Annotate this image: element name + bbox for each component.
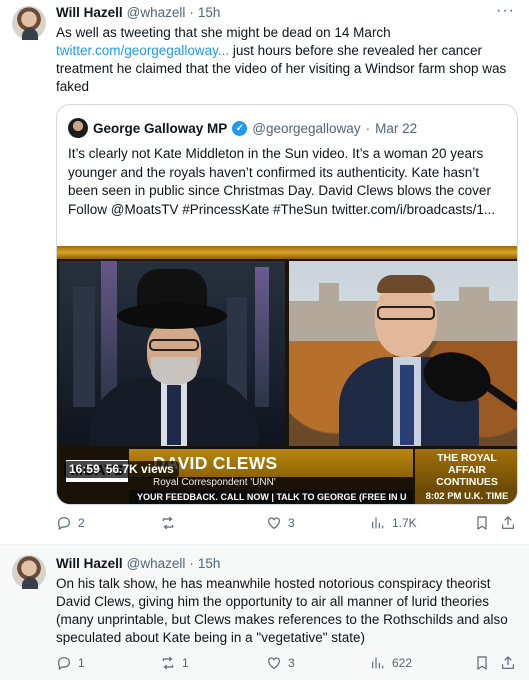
reply-icon bbox=[58, 657, 70, 671]
repost-icon bbox=[162, 516, 174, 530]
separator-dot: · bbox=[189, 556, 194, 571]
tweet-2[interactable]: Will Hazell @whazell · 15h On his talk s… bbox=[0, 545, 529, 680]
author-name[interactable]: Will Hazell bbox=[56, 5, 123, 20]
tweet-header: Will Hazell @whazell · 15h bbox=[56, 5, 220, 20]
view-count: 1.7K bbox=[392, 516, 417, 530]
heart-icon bbox=[268, 657, 280, 670]
verified-badge-icon: ✓ bbox=[232, 120, 248, 136]
quoted-tweet-text: It’s clearly not Kate Middleton in the S… bbox=[68, 146, 496, 217]
tweet-header: Will Hazell @whazell · 15h bbox=[56, 556, 220, 571]
like-count: 3 bbox=[288, 516, 295, 530]
reply-count: 2 bbox=[78, 516, 85, 530]
bookmark-button[interactable] bbox=[474, 515, 490, 531]
share-icon bbox=[502, 516, 514, 529]
host-figure bbox=[149, 339, 199, 351]
like-button[interactable]: 3 bbox=[266, 655, 295, 671]
heart-icon bbox=[268, 517, 280, 530]
tweet-text-part: As well as tweeting that she might be de… bbox=[56, 25, 391, 40]
share-button[interactable] bbox=[500, 655, 516, 671]
timestamp[interactable]: 15h bbox=[198, 556, 221, 571]
share-icon bbox=[502, 656, 514, 669]
tweet-link[interactable]: twitter.com/georgegalloway... bbox=[56, 43, 229, 58]
video-panel-guest bbox=[289, 261, 517, 447]
guest-figure bbox=[377, 275, 435, 293]
action-bar: 2 3 1.7K bbox=[56, 515, 516, 533]
timestamp[interactable]: 15h bbox=[198, 5, 221, 20]
guest-figure bbox=[400, 365, 414, 445]
tweet-text: As well as tweeting that she might be de… bbox=[56, 24, 522, 96]
share-button[interactable] bbox=[500, 515, 516, 531]
skyline-building bbox=[73, 287, 95, 407]
views-button[interactable]: 1.7K bbox=[370, 515, 417, 531]
skyline-building bbox=[101, 261, 117, 407]
avatar[interactable] bbox=[12, 555, 46, 589]
quoted-tweet-header: George Galloway MP ✓ @georgegalloway · M… bbox=[68, 118, 417, 138]
author-name[interactable]: Will Hazell bbox=[56, 556, 123, 571]
segment-title: THE ROYAL AFFAIR CONTINUES bbox=[436, 452, 498, 488]
skyline-building bbox=[255, 267, 269, 407]
reply-icon bbox=[58, 517, 70, 531]
repost-icon bbox=[162, 656, 174, 670]
repost-button[interactable] bbox=[160, 515, 182, 531]
reply-count: 1 bbox=[78, 656, 85, 670]
quoted-author-name[interactable]: George Galloway MP bbox=[93, 121, 227, 136]
host-figure bbox=[151, 357, 197, 385]
guest-role-caption: Royal Correspondent 'UNN' bbox=[153, 477, 276, 488]
video-stats-badge: 16:59 56.7K views bbox=[64, 461, 179, 478]
video-player[interactable]: MOATS DAVID CLEWS Royal Correspondent 'U… bbox=[57, 246, 517, 504]
tweet-1[interactable]: Will Hazell @whazell · 15h ··· As well a… bbox=[0, 0, 529, 545]
guest-figure bbox=[377, 306, 435, 320]
quoted-avatar[interactable] bbox=[68, 118, 88, 138]
separator-dot: · bbox=[365, 120, 371, 136]
action-bar: 1 1 3 622 bbox=[56, 655, 516, 673]
separator-dot: · bbox=[189, 5, 194, 20]
news-ticker: YOUR FEEDBACK. CALL NOW | TALK TO GEORGE… bbox=[129, 490, 413, 504]
repost-count: 1 bbox=[182, 656, 189, 670]
host-figure bbox=[117, 303, 227, 329]
bookmark-icon bbox=[477, 656, 487, 671]
video-panel-host bbox=[59, 261, 285, 447]
broadcast-top-bar bbox=[57, 246, 517, 259]
video-duration: 16:59 bbox=[69, 462, 100, 476]
reply-button[interactable]: 1 bbox=[56, 655, 85, 671]
bookmark-icon bbox=[477, 516, 487, 531]
view-count: 622 bbox=[392, 656, 413, 670]
quoted-author-handle[interactable]: @georgegalloway bbox=[252, 121, 360, 136]
like-count: 3 bbox=[288, 656, 295, 670]
quoted-timestamp[interactable]: Mar 22 bbox=[375, 121, 417, 136]
author-handle[interactable]: @whazell bbox=[127, 556, 186, 571]
ticker-time: 8:02 PM U.K. TIME bbox=[415, 490, 517, 504]
more-options-icon[interactable]: ··· bbox=[496, 3, 515, 19]
tweet-text: On his talk show, he has meanwhile hoste… bbox=[56, 576, 508, 645]
analytics-icon bbox=[372, 657, 384, 669]
analytics-icon bbox=[372, 517, 384, 529]
avatar[interactable] bbox=[12, 6, 46, 40]
video-views: 56.7K views bbox=[105, 462, 174, 476]
like-button[interactable]: 3 bbox=[266, 515, 295, 531]
quoted-tweet[interactable]: George Galloway MP ✓ @georgegalloway · M… bbox=[56, 104, 518, 505]
author-handle[interactable]: @whazell bbox=[127, 5, 186, 20]
reply-button[interactable]: 2 bbox=[56, 515, 85, 531]
views-button[interactable]: 622 bbox=[370, 655, 412, 671]
host-figure bbox=[167, 385, 181, 445]
bookmark-button[interactable] bbox=[474, 655, 490, 671]
repost-button[interactable]: 1 bbox=[160, 655, 189, 671]
